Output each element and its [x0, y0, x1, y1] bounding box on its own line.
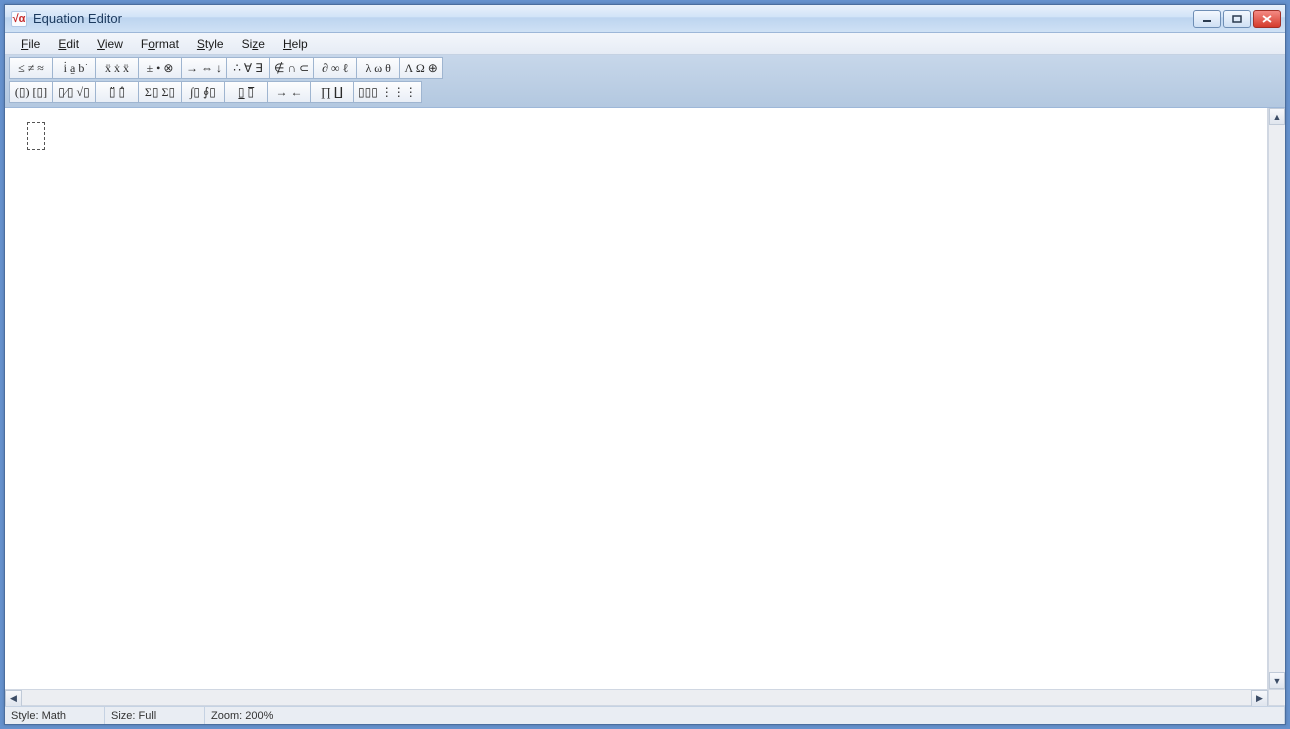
status-style: Style: Math: [5, 707, 105, 724]
menu-help[interactable]: Help: [275, 35, 316, 53]
menu-size[interactable]: Size: [234, 35, 273, 53]
content-area: ▲ ▼: [5, 108, 1285, 689]
template-fractions-radicals[interactable]: ▯⁄▯ √▯: [52, 81, 96, 103]
template-labeled-arrows[interactable]: → ←: [267, 81, 311, 103]
palette-set-theory[interactable]: ∉ ∩ ⊂: [269, 57, 314, 79]
scroll-right-button[interactable]: ▶: [1251, 690, 1268, 707]
palette-logical[interactable]: ∴ ∀ ∃: [226, 57, 270, 79]
template-products[interactable]: ∏ ∐: [310, 81, 354, 103]
menu-edit[interactable]: Edit: [50, 35, 87, 53]
window-controls: [1193, 10, 1285, 28]
close-button[interactable]: [1253, 10, 1281, 28]
close-icon: [1262, 15, 1272, 23]
minimize-button[interactable]: [1193, 10, 1221, 28]
template-toolbar-row: (▯) [▯] ▯⁄▯ √▯ ▯̈ ▯̂ Σ▯ Σ▯ ∫▯ ∮▯ ▯̲ ▯̅ →…: [9, 81, 1281, 103]
symbol-toolbar-row: ≤ ≠ ≈ i̇ a̱ b͘ ẍ ẋ ẍ ± • ⊗ → ⇔ ↓ ∴ ∀ ∃ ∉…: [9, 57, 1281, 79]
app-window: √α Equation Editor File Edit View Format…: [4, 4, 1286, 725]
menu-format[interactable]: Format: [133, 35, 187, 53]
scroll-left-button[interactable]: ◀: [5, 690, 22, 707]
palette-embellishments[interactable]: ẍ ẋ ẍ: [95, 57, 139, 79]
palette-operators[interactable]: ± • ⊗: [138, 57, 182, 79]
scroll-up-button[interactable]: ▲: [1269, 108, 1285, 125]
menu-view[interactable]: View: [89, 35, 131, 53]
template-bars[interactable]: ▯̲ ▯̅: [224, 81, 268, 103]
maximize-button[interactable]: [1223, 10, 1251, 28]
status-zoom: Zoom: 200%: [205, 707, 1285, 724]
palette-greek-lower[interactable]: λ ω θ: [356, 57, 400, 79]
title-bar[interactable]: √α Equation Editor: [5, 5, 1285, 33]
scroll-down-button[interactable]: ▼: [1269, 672, 1285, 689]
palette-relational[interactable]: ≤ ≠ ≈: [9, 57, 53, 79]
horizontal-scrollbar[interactable]: ◀ ▶: [5, 689, 1285, 706]
palette-misc-symbols[interactable]: ∂ ∞ ℓ: [313, 57, 357, 79]
template-summation[interactable]: Σ▯ Σ▯: [138, 81, 182, 103]
vertical-scroll-track[interactable]: [1269, 125, 1285, 672]
template-sub-super[interactable]: ▯̈ ▯̂: [95, 81, 139, 103]
toolbar-area: ≤ ≠ ≈ i̇ a̱ b͘ ẍ ẋ ẍ ± • ⊗ → ⇔ ↓ ∴ ∀ ∃ ∉…: [5, 55, 1285, 108]
minimize-icon: [1202, 15, 1212, 23]
maximize-icon: [1232, 15, 1242, 23]
menu-file[interactable]: File: [13, 35, 48, 53]
menu-bar: File Edit View Format Style Size Help: [5, 33, 1285, 55]
equation-editor-canvas[interactable]: [5, 108, 1268, 689]
template-fences[interactable]: (▯) [▯]: [9, 81, 53, 103]
palette-arrows[interactable]: → ⇔ ↓: [181, 57, 227, 79]
window-title: Equation Editor: [33, 11, 122, 26]
template-integrals[interactable]: ∫▯ ∮▯: [181, 81, 225, 103]
palette-greek-upper[interactable]: Λ Ω ⊕: [399, 57, 443, 79]
scroll-corner: [1268, 690, 1285, 705]
template-matrices[interactable]: ▯▯▯ ⋮⋮⋮: [353, 81, 422, 103]
status-size: Size: Full: [105, 707, 205, 724]
app-icon: √α: [11, 11, 27, 27]
status-bar: Style: Math Size: Full Zoom: 200%: [5, 706, 1285, 724]
vertical-scrollbar[interactable]: ▲ ▼: [1268, 108, 1285, 689]
empty-equation-slot[interactable]: [27, 122, 45, 150]
menu-style[interactable]: Style: [189, 35, 232, 53]
horizontal-scroll-track[interactable]: [22, 690, 1251, 705]
palette-spaces[interactable]: i̇ a̱ b͘: [52, 57, 96, 79]
